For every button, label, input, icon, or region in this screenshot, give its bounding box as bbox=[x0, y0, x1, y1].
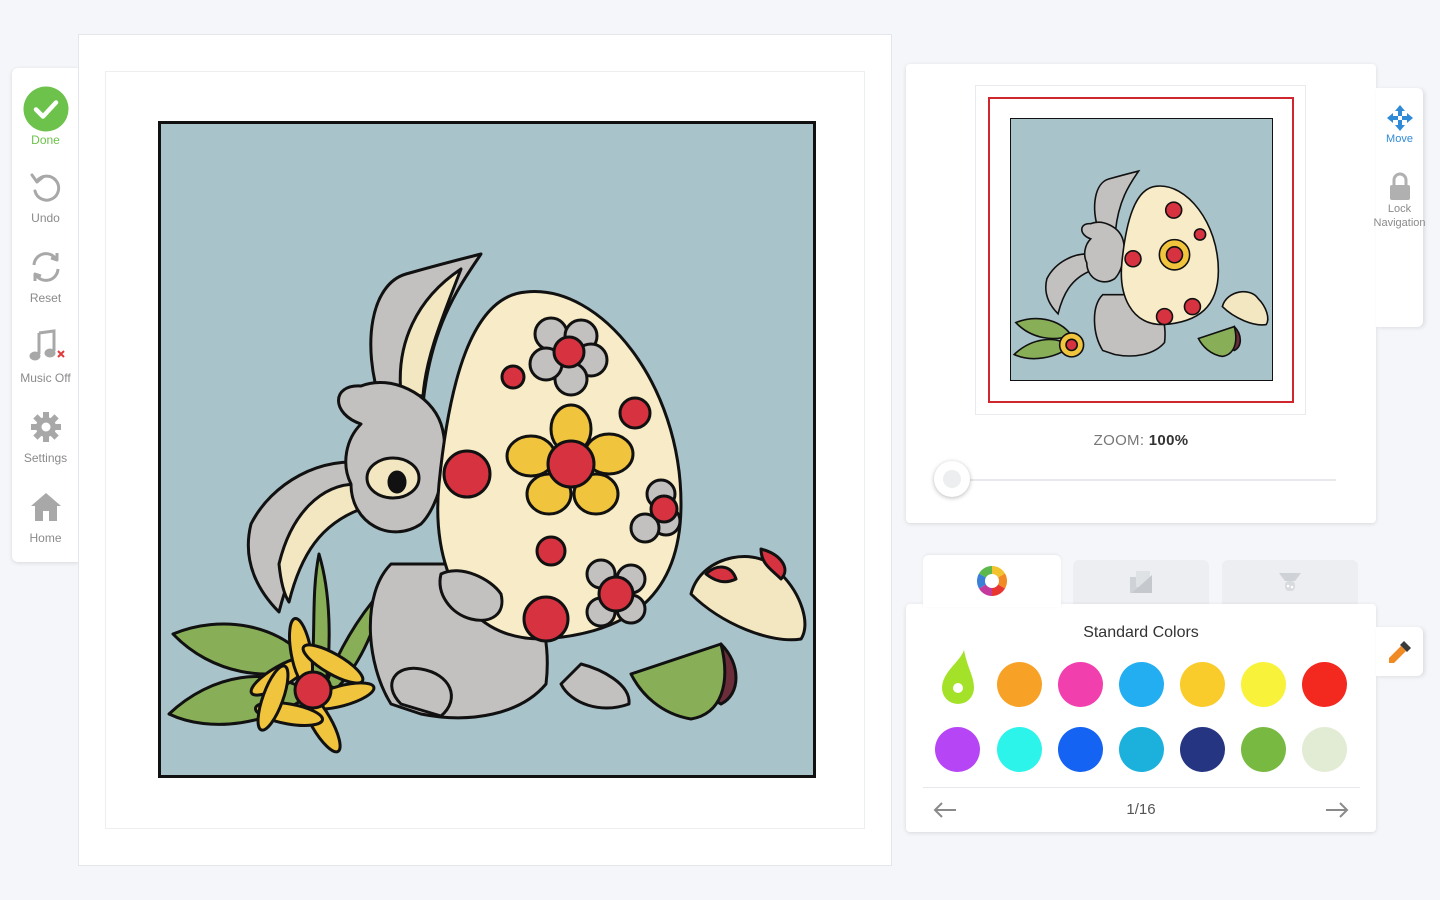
settings-button[interactable]: Settings bbox=[12, 388, 79, 468]
color-swatch-pale-green[interactable] bbox=[1302, 727, 1347, 772]
undo-icon bbox=[23, 164, 69, 210]
thumbnail-artwork bbox=[1012, 169, 1269, 360]
zoom-slider-handle[interactable] bbox=[934, 461, 970, 497]
music-label: Music Off bbox=[20, 371, 71, 385]
reset-icon bbox=[23, 244, 69, 290]
color-palette: Standard Colors 1/16 bbox=[906, 604, 1376, 832]
color-swatch-red[interactable] bbox=[1302, 662, 1347, 707]
texture-icon bbox=[1130, 571, 1152, 593]
checkmark-icon bbox=[23, 86, 69, 132]
color-picker-button[interactable] bbox=[1376, 627, 1423, 676]
zoom-slider-track[interactable] bbox=[952, 479, 1336, 481]
navigator-thumbnail bbox=[1010, 118, 1273, 381]
zoom-prefix: ZOOM: bbox=[1093, 432, 1145, 449]
color-swatch-orange[interactable] bbox=[997, 662, 1042, 707]
selected-color-drop[interactable] bbox=[938, 648, 978, 706]
zoom-readout: ZOOM: 100% bbox=[906, 432, 1376, 449]
tab-glitter[interactable] bbox=[1222, 560, 1358, 604]
color-swatch-green[interactable] bbox=[1241, 727, 1286, 772]
gear-icon bbox=[23, 404, 69, 450]
music-off-icon bbox=[23, 324, 69, 370]
done-label: Done bbox=[31, 133, 60, 147]
zoom-value: 100% bbox=[1148, 432, 1189, 449]
lock-label-line-2: Navigation bbox=[1373, 217, 1426, 229]
undo-label: Undo bbox=[31, 211, 60, 225]
reset-label: Reset bbox=[29, 291, 62, 305]
settings-label: Settings bbox=[23, 451, 68, 465]
palette-page-indicator: 1/16 bbox=[1126, 801, 1156, 818]
move-arrows-icon bbox=[1386, 105, 1413, 131]
tab-textures[interactable] bbox=[1073, 560, 1209, 604]
color-swatch-gold[interactable] bbox=[1180, 662, 1225, 707]
color-swatch-purple[interactable] bbox=[935, 727, 980, 772]
palette-divider bbox=[923, 787, 1360, 788]
color-swatch-blue[interactable] bbox=[1058, 727, 1103, 772]
home-label: Home bbox=[29, 531, 62, 545]
lock-icon bbox=[1389, 172, 1410, 200]
tab-color-wheel[interactable] bbox=[923, 555, 1061, 607]
reset-button[interactable]: Reset bbox=[12, 228, 79, 308]
color-wheel-icon bbox=[976, 566, 1008, 596]
music-toggle-button[interactable]: Music Off bbox=[12, 308, 79, 388]
color-swatch-navy[interactable] bbox=[1180, 727, 1225, 772]
left-toolbar: Done Undo Reset Music Off Settings Home bbox=[12, 68, 79, 562]
color-swatch-cyan[interactable] bbox=[997, 727, 1042, 772]
color-swatch-pink[interactable] bbox=[1058, 662, 1103, 707]
home-icon bbox=[23, 484, 69, 530]
arrow-right-icon bbox=[1326, 802, 1349, 818]
move-button[interactable]: Move bbox=[1376, 104, 1423, 146]
home-button[interactable]: Home bbox=[12, 468, 79, 548]
color-swatch-sky-blue[interactable] bbox=[1119, 662, 1164, 707]
navigation-tools-panel: Move Lock Navigation bbox=[1373, 88, 1426, 327]
done-button[interactable]: Done bbox=[12, 68, 79, 148]
easter-bunny-artwork bbox=[167, 252, 807, 754]
lock-label-line-1: Lock bbox=[1387, 203, 1412, 215]
move-label: Move bbox=[1386, 133, 1413, 145]
coloring-canvas[interactable] bbox=[158, 121, 816, 778]
color-swatch-yellow[interactable] bbox=[1241, 662, 1286, 707]
color-swatch-teal[interactable] bbox=[1119, 727, 1164, 772]
palette-title: Standard Colors bbox=[1083, 624, 1199, 641]
next-page-button[interactable] bbox=[1324, 800, 1350, 820]
glitter-icon bbox=[1279, 573, 1301, 591]
paint-drop-icon bbox=[942, 650, 974, 704]
undo-button[interactable]: Undo bbox=[12, 148, 79, 228]
eyedropper-icon bbox=[1388, 640, 1411, 663]
navigator-panel: ZOOM: 100% bbox=[906, 64, 1376, 523]
lock-navigation-button[interactable]: Lock Navigation bbox=[1373, 172, 1426, 230]
